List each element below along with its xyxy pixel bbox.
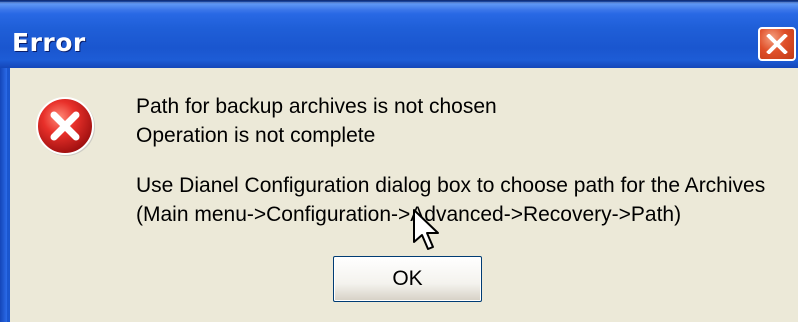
error-dialog: Error Path for backup archives is not ch… — [0, 0, 798, 322]
ok-button[interactable]: OK — [333, 256, 482, 302]
message-line-1: Path for backup archives is not chosen — [136, 95, 497, 118]
mouse-cursor-icon — [413, 209, 439, 250]
error-icon — [36, 97, 95, 156]
message-line-2: Operation is not complete — [136, 124, 376, 147]
message-line-4: (Main menu->Configuration->Advanced->Rec… — [136, 203, 682, 226]
dialog-title: Error — [12, 28, 86, 57]
close-button[interactable] — [758, 27, 796, 61]
title-bar[interactable]: Error — [0, 0, 798, 68]
message-line-3: Use Dianel Configuration dialog box to c… — [136, 174, 766, 197]
close-icon — [766, 34, 788, 54]
window-left-border — [0, 68, 7, 322]
